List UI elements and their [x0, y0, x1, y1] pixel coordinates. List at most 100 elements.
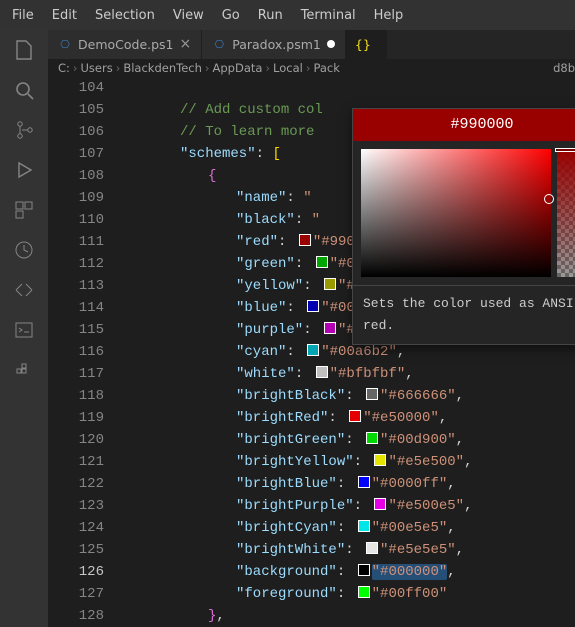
color-swatch[interactable] — [324, 322, 336, 334]
remote-icon[interactable] — [12, 278, 36, 302]
menu-selection[interactable]: Selection — [87, 4, 163, 27]
files-icon[interactable] — [12, 38, 36, 62]
color-swatch[interactable] — [307, 344, 319, 356]
code-line[interactable]: "foreground": "#00ff00" — [124, 583, 575, 605]
breadcrumb-segment[interactable]: AppData — [213, 61, 263, 75]
line-number: 108 — [48, 165, 104, 187]
color-swatch[interactable] — [358, 586, 370, 598]
code-line[interactable]: "brightYellow": "#e5e500", — [124, 451, 575, 473]
breadcrumb-segment[interactable]: d8b — [553, 61, 575, 75]
color-picker-saturation[interactable] — [361, 149, 551, 277]
debug-icon[interactable] — [12, 158, 36, 182]
line-number: 128 — [48, 605, 104, 627]
code-line[interactable]: "brightBlue": "#0000ff", — [124, 473, 575, 495]
menu-run[interactable]: Run — [250, 4, 291, 27]
line-number: 117 — [48, 363, 104, 385]
editor-tab[interactable]: ⎔ DemoCode.ps1 × — [48, 30, 202, 59]
color-swatch[interactable] — [374, 498, 386, 510]
line-number: 121 — [48, 451, 104, 473]
menu-terminal[interactable]: Terminal — [293, 4, 364, 27]
line-number: 104 — [48, 77, 104, 99]
color-swatch[interactable] — [366, 432, 378, 444]
code-line[interactable]: }, — [124, 605, 575, 627]
color-picker-body — [353, 141, 575, 285]
line-number: 114 — [48, 297, 104, 319]
code-line[interactable] — [124, 77, 575, 99]
color-picker-header[interactable]: #990000 — [353, 109, 575, 141]
code-line[interactable]: "brightCyan": "#00e5e5", — [124, 517, 575, 539]
line-number: 109 — [48, 187, 104, 209]
activity-bar — [0, 30, 48, 627]
line-number: 123 — [48, 495, 104, 517]
line-number: 105 — [48, 99, 104, 121]
line-number: 106 — [48, 121, 104, 143]
breadcrumb-segment[interactable]: C: — [58, 61, 70, 75]
ps-file-icon: ⎔ — [212, 37, 226, 51]
color-picker[interactable]: #990000 Sets the color used as ANSI red. — [352, 108, 575, 345]
source-control-icon[interactable] — [12, 118, 36, 142]
chevron-right-icon: › — [73, 61, 78, 75]
code-line[interactable]: "background": "#000000", — [124, 561, 575, 583]
code-line[interactable]: "white": "#bfbfbf", — [124, 363, 575, 385]
menu-help[interactable]: Help — [366, 4, 412, 27]
color-swatch[interactable] — [358, 520, 370, 532]
breadcrumb-segment[interactable]: Local — [273, 61, 303, 75]
menu-file[interactable]: File — [4, 4, 42, 27]
code-line[interactable]: "brightGreen": "#00d900", — [124, 429, 575, 451]
line-number: 107 — [48, 143, 104, 165]
alpha-thumb[interactable] — [555, 148, 575, 152]
text-editor[interactable]: 1041051061071081091101111121131141151161… — [48, 77, 575, 627]
breadcrumb-segment[interactable]: BlackdenTech — [123, 61, 202, 75]
editor-tabs: ⎔ DemoCode.ps1 × ⎔ Paradox.psm1 {} — [48, 30, 575, 59]
chevron-right-icon: › — [265, 61, 270, 75]
menu-edit[interactable]: Edit — [44, 4, 85, 27]
editor-tab[interactable]: ⎔ Paradox.psm1 — [202, 30, 346, 59]
tab-label: DemoCode.ps1 — [78, 37, 174, 52]
color-swatch[interactable] — [366, 542, 378, 554]
timeline-icon[interactable] — [12, 238, 36, 262]
line-number: 116 — [48, 341, 104, 363]
color-swatch[interactable] — [316, 256, 328, 268]
line-number: 120 — [48, 429, 104, 451]
chevron-right-icon: › — [116, 61, 121, 75]
code-line[interactable]: "brightRed": "#e50000", — [124, 407, 575, 429]
line-number: 118 — [48, 385, 104, 407]
line-number: 115 — [48, 319, 104, 341]
line-number: 126 — [48, 561, 104, 583]
close-icon[interactable]: × — [180, 36, 192, 52]
breadcrumb-segment[interactable]: Users — [81, 61, 113, 75]
ps-file-icon: ⎔ — [58, 37, 72, 51]
code-line[interactable]: "brightWhite": "#e5e5e5", — [124, 539, 575, 561]
line-number: 119 — [48, 407, 104, 429]
search-icon[interactable] — [12, 78, 36, 102]
color-swatch[interactable] — [307, 300, 319, 312]
breadcrumbs[interactable]: C:›Users›BlackdenTech›AppData›Local›Pack… — [48, 59, 575, 77]
code-line[interactable]: "brightBlack": "#666666", — [124, 385, 575, 407]
color-swatch[interactable] — [316, 366, 328, 378]
line-number: 127 — [48, 583, 104, 605]
color-swatch[interactable] — [324, 278, 336, 290]
menu-view[interactable]: View — [165, 4, 212, 27]
terminal-icon[interactable] — [12, 318, 36, 342]
main-area: ⎔DemoCode.ps1×⎔Paradox.psm1{} C:›Users›B… — [0, 30, 575, 627]
extensions-icon[interactable] — [12, 198, 36, 222]
tab-label: Paradox.psm1 — [232, 37, 321, 52]
color-swatch[interactable] — [358, 564, 370, 576]
line-number: 112 — [48, 253, 104, 275]
color-swatch[interactable] — [349, 410, 361, 422]
color-swatch[interactable] — [358, 476, 370, 488]
color-picker-alpha-slider[interactable] — [557, 149, 575, 277]
color-swatch[interactable] — [299, 234, 311, 246]
color-picker-cursor[interactable] — [544, 194, 554, 204]
docker-icon[interactable] — [12, 358, 36, 382]
menu-go[interactable]: Go — [214, 4, 248, 27]
breadcrumb-segment[interactable]: Pack — [313, 61, 339, 75]
line-number: 111 — [48, 231, 104, 253]
menu-bar: FileEditSelectionViewGoRunTerminalHelp — [0, 0, 575, 30]
editor-tab[interactable]: {} — [346, 30, 387, 59]
chevron-right-icon: › — [306, 61, 311, 75]
code-line[interactable]: "brightPurple": "#e500e5", — [124, 495, 575, 517]
line-number-gutter: 1041051061071081091101111121131141151161… — [48, 77, 124, 627]
color-swatch[interactable] — [374, 454, 386, 466]
color-swatch[interactable] — [366, 388, 378, 400]
